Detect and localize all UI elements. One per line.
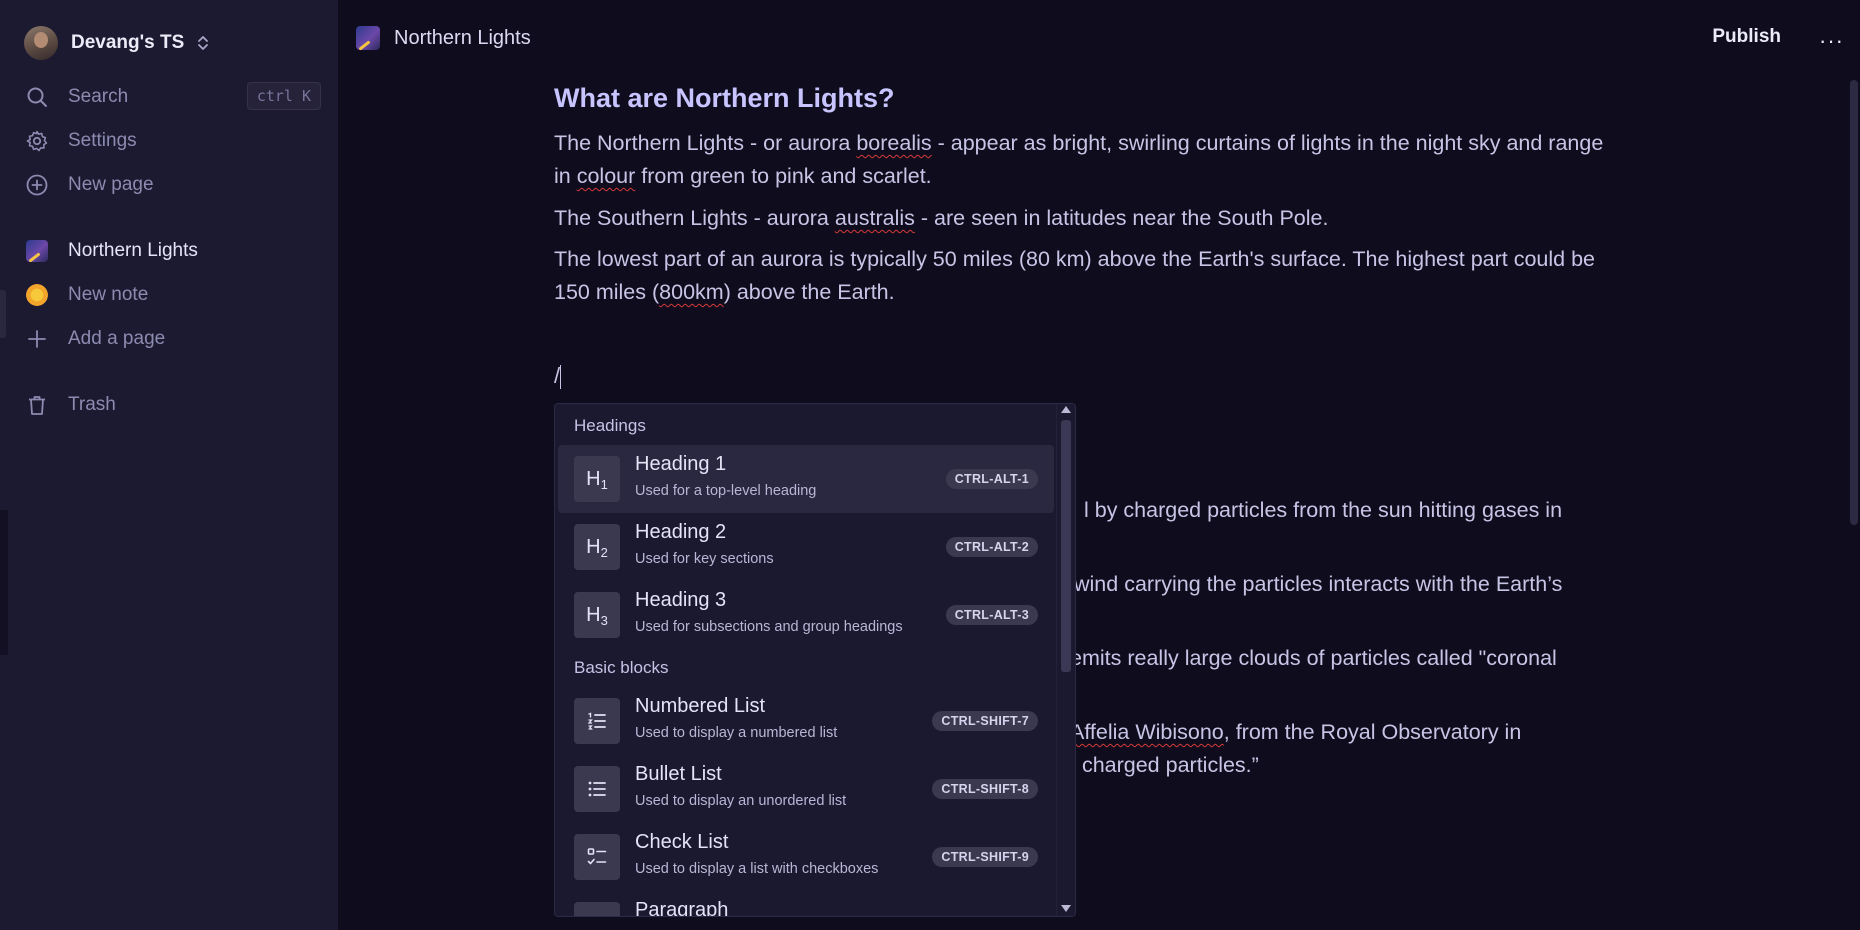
heading-2-icon: H2 [574, 524, 620, 570]
heading-3-icon: H3 [574, 592, 620, 638]
menu-item-heading-1[interactable]: H1 Heading 1 Used for a top-level headin… [558, 445, 1054, 513]
misspelled-word: 800km [659, 280, 724, 304]
gear-icon [24, 128, 50, 154]
doc-text-fragment: Affelia Wibisono, from the Royal Observa… [1070, 720, 1521, 745]
sidebar-search-label: Search [68, 86, 129, 107]
misspelled-word: Affelia Wibisono [1070, 720, 1224, 744]
text-run: from green to pink and scarlet. [635, 164, 932, 188]
heading-1-icon: H1 [574, 456, 620, 502]
page-scroll-thumb[interactable] [1850, 80, 1858, 525]
workspace-name: Devang's TS [71, 32, 185, 53]
shortcut-badge: CTRL-SHIFT-8 [932, 779, 1038, 799]
sidebar-trash[interactable]: Trash [24, 387, 324, 423]
bullet-list-icon [574, 766, 620, 812]
menu-item-description: Used for a top-level heading [635, 483, 817, 499]
sidebar: Devang's TS Search ctrl K Settings New p… [0, 0, 338, 930]
trash-icon [24, 392, 50, 418]
search-shortcut-badge: ctrl K [246, 82, 321, 110]
sidebar-add-page-label: Add a page [68, 328, 166, 349]
text-run: ) above the Earth. [723, 280, 895, 304]
menu-item-numbered-list[interactable]: Numbered List Used to display a numbered… [558, 687, 1054, 755]
shortcut-badge: CTRL-SHIFT-9 [932, 847, 1038, 867]
sidebar-new-page-label: New page [68, 174, 154, 195]
text-run: The Northern Lights - or aurora [554, 131, 857, 155]
menu-item-title: Check List [635, 831, 729, 853]
menu-item-paragraph[interactable]: Paragraph [558, 891, 1054, 917]
menu-item-title: Heading 1 [635, 453, 727, 475]
sidebar-trash-label: Trash [68, 394, 116, 415]
check-list-icon [574, 834, 620, 880]
text-run: - are seen in latitudes near the South P… [914, 206, 1329, 230]
doc-text-fragment: l by charged particles from the sun hitt… [1084, 498, 1563, 522]
sidebar-settings-label: Settings [68, 130, 137, 151]
aurora-emoji-icon [24, 238, 50, 264]
misspelled-word: australis [834, 206, 915, 230]
numbered-list-icon [574, 698, 620, 744]
menu-item-title: Bullet List [635, 763, 722, 785]
sidebar-item-new-note[interactable]: New note [24, 277, 324, 313]
shortcut-badge: CTRL-SHIFT-7 [932, 711, 1038, 731]
menu-item-description: Used for key sections [635, 551, 774, 567]
menu-item-heading-2[interactable]: H2 Heading 2 Used for key sections CTRL-… [558, 513, 1054, 581]
paragraph-icon [574, 902, 620, 916]
misspelled-word: colour [576, 164, 636, 188]
breadcrumb[interactable]: Northern Lights [356, 26, 531, 50]
misspelled-word: borealis [856, 131, 932, 155]
scroll-down-arrow-icon[interactable] [1061, 905, 1071, 912]
plus-circle-icon [24, 172, 50, 198]
shortcut-badge: CTRL-ALT-1 [945, 469, 1038, 489]
menu-item-title: Heading 3 [635, 589, 727, 611]
menu-section-headings: Headings [574, 416, 646, 435]
menu-item-heading-3[interactable]: H3 Heading 3 Used for subsections and gr… [558, 581, 1054, 649]
page-scrollbar[interactable] [1846, 80, 1860, 930]
aurora-emoji-icon [356, 26, 380, 50]
doc-text-fragment: f charged particles.” [1070, 753, 1259, 777]
page-header: Northern Lights Publish ··· [338, 0, 1860, 80]
menu-item-description: Used to display an unordered list [635, 793, 847, 809]
doc-heading: What are Northern Lights? [554, 83, 895, 113]
menu-item-description: Used to display a numbered list [635, 725, 838, 741]
shortcut-badge: CTRL-ALT-3 [945, 605, 1038, 625]
doc-paragraph[interactable]: The Southern Lights - aurora australis -… [554, 202, 1614, 235]
sidebar-edge-shade [0, 510, 8, 655]
sidebar-item-label: New note [68, 284, 149, 305]
menu-scrollbar[interactable] [1056, 404, 1075, 916]
workspace-switcher[interactable]: Devang's TS [24, 26, 210, 60]
text-run: , from the Royal Observatory in [1223, 720, 1522, 744]
sidebar-settings[interactable]: Settings [24, 123, 324, 159]
text-run: The Southern Lights - aurora [554, 206, 835, 230]
doc-paragraph[interactable]: The Northern Lights - or aurora borealis… [554, 127, 1614, 193]
more-options-icon[interactable]: ··· [1819, 28, 1844, 54]
menu-item-title: Heading 2 [635, 521, 727, 543]
sidebar-new-page[interactable]: New page [24, 167, 324, 203]
shortcut-badge: CTRL-ALT-2 [945, 537, 1038, 557]
doc-paragraph[interactable]: The lowest part of an aurora is typicall… [554, 243, 1614, 309]
sidebar-search[interactable]: Search ctrl K [24, 79, 324, 115]
publish-button[interactable]: Publish [1712, 26, 1781, 48]
avatar [24, 26, 58, 60]
menu-item-title: Paragraph [635, 899, 729, 917]
menu-item-bullet-list[interactable]: Bullet List Used to display an unordered… [558, 755, 1054, 823]
plus-icon [24, 326, 50, 352]
menu-section-basic-blocks: Basic blocks [574, 658, 669, 677]
sidebar-add-page[interactable]: Add a page [24, 321, 324, 357]
search-icon [24, 84, 50, 110]
sunflower-emoji-icon [24, 282, 50, 308]
menu-item-description: Used to display a list with checkboxes [635, 861, 879, 877]
scroll-up-arrow-icon[interactable] [1061, 406, 1071, 413]
sidebar-item-label: Northern Lights [68, 240, 198, 261]
slash-command-menu: Headings H1 Heading 1 Used for a top-lev… [554, 403, 1076, 917]
page-title: Northern Lights [394, 26, 531, 49]
menu-item-description: Used for subsections and group headings [635, 619, 903, 635]
sidebar-item-northern-lights[interactable]: Northern Lights [24, 233, 324, 269]
menu-item-check-list[interactable]: Check List Used to display a list with c… [558, 823, 1054, 891]
menu-item-title: Numbered List [635, 695, 766, 717]
doc-text-fragment: emits really large clouds of particles c… [1070, 646, 1557, 670]
sidebar-resize-handle[interactable] [0, 290, 6, 338]
chevron-up-down-icon [198, 36, 209, 50]
slash-command-input[interactable]: / [554, 363, 562, 390]
doc-text-fragment: wind carrying the particles interacts wi… [1074, 572, 1563, 596]
menu-scroll-thumb[interactable] [1061, 420, 1071, 672]
